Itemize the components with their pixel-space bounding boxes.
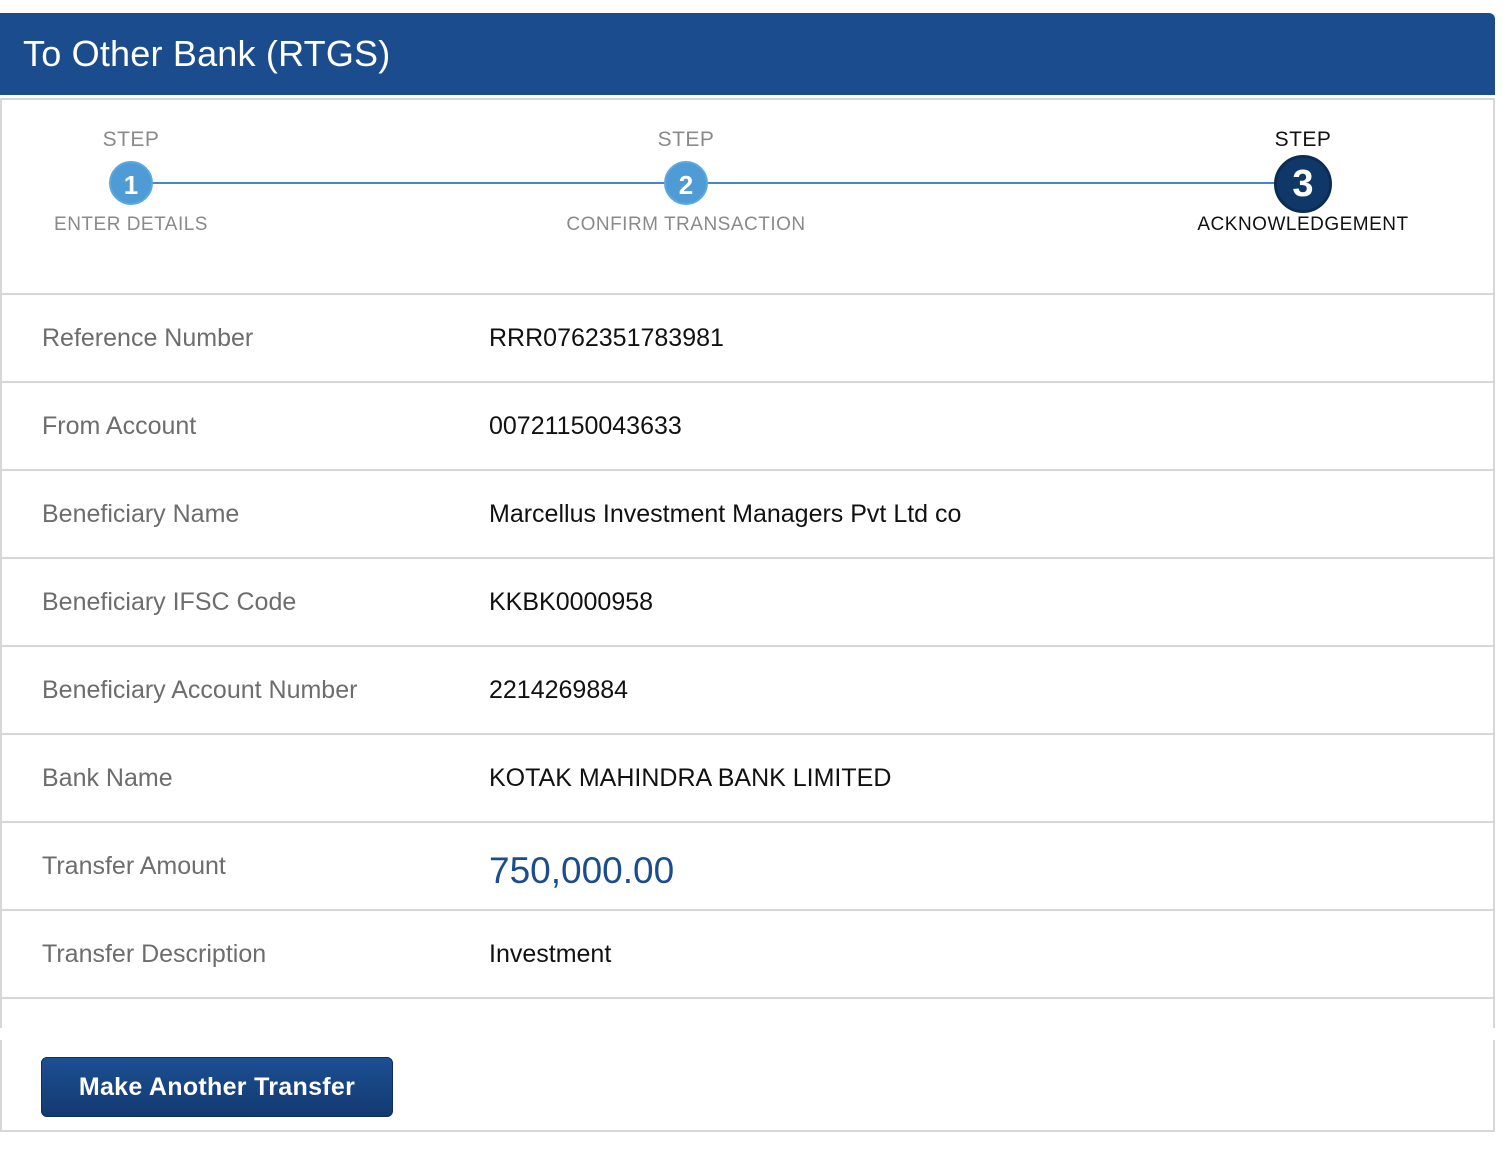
- detail-label: Bank Name: [42, 764, 173, 792]
- step-number-badge: 2: [664, 161, 708, 205]
- detail-value: KKBK0000958: [489, 588, 654, 616]
- detail-value: 2214269884: [489, 676, 629, 704]
- step-label: ACKNOWLEDGEMENT: [1197, 214, 1409, 235]
- page-title: To Other Bank (RTGS): [23, 33, 391, 74]
- detail-value: KOTAK MAHINDRA BANK LIMITED: [489, 764, 892, 792]
- detail-value: Marcellus Investment Managers Pvt Ltd co: [489, 500, 962, 528]
- stepper-connector-line: [132, 182, 1304, 184]
- detail-row-bank-name: Bank Name KOTAK MAHINDRA BANK LIMITED: [2, 735, 1493, 823]
- detail-row-transfer-description: Transfer Description Investment: [2, 911, 1493, 999]
- detail-value: RRR0762351783981: [489, 324, 724, 352]
- detail-label: Transfer Description: [42, 940, 267, 968]
- detail-label: Transfer Amount: [42, 852, 226, 880]
- step-caption: STEP: [1274, 128, 1332, 151]
- detail-row-beneficiary-name: Beneficiary Name Marcellus Investment Ma…: [2, 471, 1493, 559]
- detail-label: From Account: [42, 412, 197, 440]
- detail-row-beneficiary-ifsc: Beneficiary IFSC Code KKBK0000958: [2, 559, 1493, 647]
- detail-label: Beneficiary Account Number: [42, 676, 358, 704]
- detail-row-transfer-amount: Transfer Amount 750,000.00: [2, 823, 1493, 911]
- step-number-badge: 3: [1274, 155, 1332, 213]
- step-label: ENTER DETAILS: [54, 214, 208, 235]
- action-bar: Make Another Transfer: [0, 1002, 1495, 1132]
- detail-row-beneficiary-account: Beneficiary Account Number 2214269884: [2, 647, 1493, 735]
- transaction-details: Reference Number RRR0762351783981 From A…: [2, 295, 1493, 999]
- make-another-transfer-button[interactable]: Make Another Transfer: [41, 1057, 393, 1117]
- detail-value: 00721150043633: [489, 412, 682, 440]
- step-caption: STEP: [657, 128, 715, 151]
- step-caption: STEP: [102, 128, 160, 151]
- detail-value: Investment: [489, 940, 612, 968]
- acknowledgement-panel: STEP 1 ENTER DETAILS STEP 2 CONFIRM TRAN…: [0, 98, 1495, 1132]
- step-label: CONFIRM TRANSACTION: [566, 214, 806, 235]
- border-gap: [1491, 1028, 1495, 1040]
- progress-stepper: STEP 1 ENTER DETAILS STEP 2 CONFIRM TRAN…: [2, 100, 1493, 295]
- border-gap: [0, 1028, 4, 1040]
- detail-row-from-account: From Account 00721150043633: [2, 383, 1493, 471]
- panel-header: To Other Bank (RTGS): [0, 13, 1495, 95]
- detail-row-reference-number: Reference Number RRR0762351783981: [2, 295, 1493, 383]
- transfer-amount-value: 750,000.00: [489, 850, 675, 891]
- detail-label: Beneficiary IFSC Code: [42, 588, 297, 616]
- detail-label: Reference Number: [42, 324, 254, 352]
- detail-label: Beneficiary Name: [42, 500, 240, 528]
- step-number-badge: 1: [109, 161, 153, 205]
